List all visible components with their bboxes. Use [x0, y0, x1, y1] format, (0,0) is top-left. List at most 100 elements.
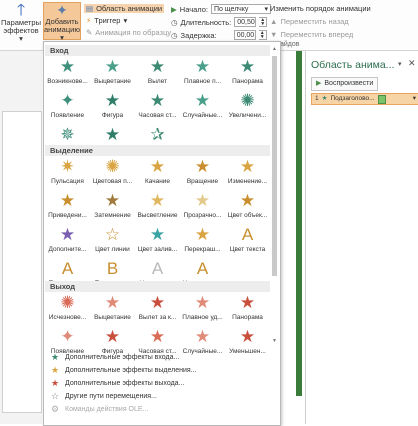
- delay-input[interactable]: 00,00: [233, 30, 256, 40]
- emphasis-effect-tile[interactable]: ★ Вращение: [181, 156, 224, 192]
- effect-star-icon: ★: [194, 191, 211, 210]
- lightning-icon: ⚡: [86, 16, 92, 25]
- chevron-down-icon: ▾: [264, 6, 268, 13]
- effect-label: Цвет залив...: [137, 246, 178, 253]
- emphasis-effect-tile[interactable]: ★ Перекраш...: [181, 224, 224, 260]
- exit-effect-tile[interactable]: ★ Случайные...: [181, 326, 224, 362]
- entrance-effect-tile[interactable]: ★ Панорама: [226, 56, 269, 92]
- entrance-effect-tile[interactable]: ★ Часовая ст...: [136, 90, 179, 126]
- close-icon[interactable]: ✕: [408, 58, 416, 69]
- emphasis-effect-tile[interactable]: A Цвет текста: [226, 224, 269, 260]
- animation-painter-button[interactable]: ✎ Анимация по образцу: [86, 28, 171, 37]
- emphasis-effect-tile[interactable]: ★ Приведени...: [46, 190, 89, 226]
- entrance-effect-tile[interactable]: ✦ Появление: [46, 90, 89, 126]
- more-effects-label: Дополнительные эффекты выделения...: [65, 367, 197, 374]
- exit-effect-tile[interactable]: ★ Вылет за к...: [136, 292, 179, 328]
- emphasis-effect-tile[interactable]: ★ Цвет залив...: [136, 224, 179, 260]
- emphasis-effect-tile[interactable]: ★ Затемнение: [91, 190, 134, 226]
- effect-label: Вращение: [186, 178, 219, 185]
- more-effects-item[interactable]: ★ Дополнительные эффекты выхода...: [50, 378, 184, 389]
- emphasis-effect-tile[interactable]: ✷ Пульсация: [46, 156, 89, 192]
- delay-spinner[interactable]: ▲ ▼: [258, 30, 267, 40]
- effect-star-icon: ★: [104, 191, 121, 210]
- duration-input[interactable]: 00,50: [234, 17, 257, 27]
- effect-label: Возникнове...: [47, 78, 88, 85]
- entrance-effect-tile[interactable]: ★ Фигура: [91, 90, 134, 126]
- scroll-thumb[interactable]: [272, 56, 277, 276]
- entrance-effect-tile[interactable]: ★ Возникнове...: [46, 56, 89, 92]
- emphasis-effect-tile[interactable]: ★ Качание: [136, 156, 179, 192]
- entrance-effect-tile[interactable]: ★ Случайные...: [181, 90, 224, 126]
- more-effects-item[interactable]: ★ Дополнительные эффекты входа...: [50, 352, 179, 363]
- exit-effect-tile[interactable]: ★ Выцветание: [91, 292, 134, 328]
- exit-effect-tile[interactable]: ★ Панорама: [226, 292, 269, 328]
- entrance-effect-tile[interactable]: ★ Плавное п...: [181, 56, 224, 92]
- move-earlier-button[interactable]: ▲ Переместить назад: [270, 17, 349, 26]
- effect-label: Случайные...: [182, 348, 223, 355]
- more-effects-item[interactable]: ☆ Другие пути перемещения...: [50, 391, 157, 402]
- effect-star-icon: ★: [104, 91, 121, 110]
- more-effects-label: Другие пути перемещения...: [65, 393, 157, 400]
- emphasis-effect-tile[interactable]: ★ Высветление: [136, 190, 179, 226]
- trigger-button[interactable]: ⚡ Триггер ▾: [86, 16, 127, 25]
- effect-star-icon: ★: [194, 225, 211, 244]
- effect-star-icon: ★: [149, 91, 166, 110]
- emphasis-effect-tile[interactable]: ★ Прозрачно...: [181, 190, 224, 226]
- animation-list-item[interactable]: 1 ★ Подзаголово... ▾: [311, 93, 418, 105]
- effect-star-icon: ✰: [150, 125, 165, 144]
- effect-star-icon: ✷: [60, 157, 75, 176]
- scroll-down-icon[interactable]: ▼: [271, 338, 278, 344]
- star-icon: ★: [50, 378, 60, 388]
- effect-options-button[interactable]: 🡑 Параметры эффектов ▾: [1, 3, 41, 43]
- emphasis-effect-tile[interactable]: ✺ Цветовая п...: [91, 156, 134, 192]
- effect-star-icon: ★: [149, 157, 166, 176]
- effect-label: Прозрачно...: [183, 212, 222, 219]
- emphasis-effect-tile[interactable]: ★ Дополните...: [46, 224, 89, 260]
- more-effects-label: Дополнительные эффекты входа...: [65, 354, 180, 361]
- animation-gallery: Вход ★ Возникнове... ★ Выцветание ★ Вылет ★ Пла…: [43, 41, 281, 426]
- delay-row: ◷ Задержка: 00,00 ▲ ▼: [171, 30, 267, 40]
- effect-label: Плавное уд...: [182, 314, 223, 321]
- entrance-effect-tile[interactable]: ★ Выцветание: [91, 56, 134, 92]
- more-effects-label: Команды действия OLE...: [65, 406, 149, 413]
- slide-thumbnail[interactable]: [2, 111, 42, 413]
- effect-label: Приведени...: [48, 212, 87, 219]
- effect-label: Перекраш...: [184, 246, 221, 253]
- arrow-down-icon: ▼: [270, 30, 278, 39]
- section-emphasis: Выделение: [45, 145, 270, 156]
- effect-star-icon: ★: [194, 327, 211, 346]
- exit-effect-tile[interactable]: ★ Плавное уд...: [181, 292, 224, 328]
- add-animation-button[interactable]: ✦ Добавить анимацию ▾: [43, 2, 81, 42]
- section-entrance: Вход: [45, 45, 270, 56]
- entrance-effect-tile[interactable]: ✺ Увеличени...: [226, 90, 269, 126]
- animation-pane-button[interactable]: ▤ Область анимации: [84, 4, 165, 13]
- play-button[interactable]: ▶ Воспроизвести: [311, 77, 379, 91]
- effect-label: Выцветание: [94, 78, 131, 85]
- effect-star-icon: A: [241, 225, 254, 244]
- ribbon-group-label: айдов: [280, 41, 300, 48]
- pane-options-icon[interactable]: ▾: [398, 60, 402, 68]
- gallery-scrollbar[interactable]: ▲ ▼: [271, 46, 278, 346]
- chevron-down-icon[interactable]: ▾: [413, 94, 416, 104]
- effect-label: Случайные...: [182, 112, 223, 119]
- entrance-effect-tile[interactable]: ★ Вылет: [136, 56, 179, 92]
- emphasis-effect-tile[interactable]: ★ Изменение...: [226, 156, 269, 192]
- duration-spinner[interactable]: ▲ ▼: [259, 17, 268, 27]
- effect-star-icon: ★: [239, 293, 256, 312]
- effect-label: Цвет объек...: [227, 212, 268, 219]
- effect-star-icon: ★: [239, 191, 256, 210]
- animation-pane-icon: ▤: [86, 4, 94, 13]
- effect-star-icon: ★: [239, 327, 256, 346]
- effect-label: Панорама: [232, 78, 263, 85]
- move-later-button[interactable]: ▼ Переместить вперед: [270, 30, 353, 39]
- more-effects-item[interactable]: ⚙ Команды действия OLE...: [50, 404, 148, 415]
- exit-effect-tile[interactable]: ✺ Исчезнове...: [46, 292, 89, 328]
- emphasis-effect-tile[interactable]: ★ Цвет объек...: [226, 190, 269, 226]
- more-effects-label: Дополнительные эффекты выхода...: [65, 380, 185, 387]
- emphasis-effect-tile[interactable]: ☆ Цвет линии: [91, 224, 134, 260]
- section-exit: Выход: [45, 281, 270, 292]
- exit-effect-tile[interactable]: ★ Уменьшен...: [226, 326, 269, 362]
- scroll-up-icon[interactable]: ▲: [271, 46, 278, 52]
- start-select[interactable]: По щелчку ▾: [211, 4, 271, 14]
- more-effects-item[interactable]: ★ Дополнительные эффекты выделения...: [50, 365, 197, 376]
